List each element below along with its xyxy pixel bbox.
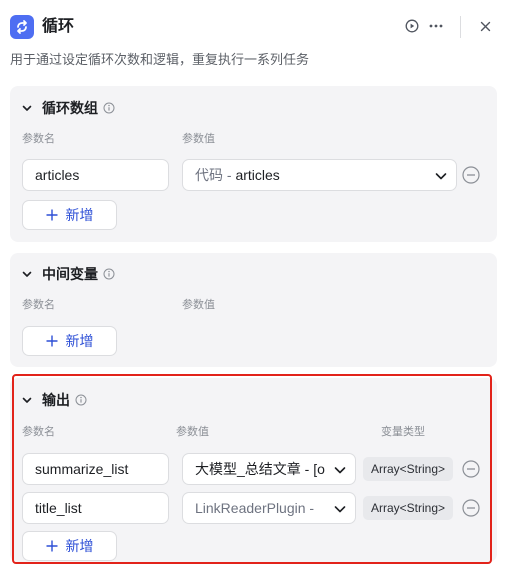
output-section: 输出 参数名 参数值 变量类型 summarize_list 大模型_总结文章 …	[10, 378, 497, 562]
param-value-select[interactable]: LinkReaderPlugin -	[182, 492, 356, 524]
chevron-down-icon	[20, 267, 34, 281]
chevron-down-icon	[435, 173, 447, 180]
section-title: 循环数组	[42, 100, 98, 116]
add-row-button[interactable]: 新增	[22, 531, 117, 561]
plus-icon	[46, 209, 57, 221]
type-badge: Array<String>	[363, 457, 454, 481]
value-variable: articles	[235, 167, 280, 183]
column-label-name: 参数名	[22, 299, 55, 311]
remove-row-icon[interactable]	[462, 499, 480, 517]
value-text: LinkReaderPlugin -	[195, 500, 315, 516]
section-title: 输出	[42, 392, 70, 408]
close-icon[interactable]	[476, 17, 494, 35]
add-row-button[interactable]: 新增	[22, 200, 117, 230]
add-label: 新增	[65, 333, 94, 349]
param-name-input[interactable]: title_list	[22, 492, 169, 524]
chevron-down-icon	[20, 101, 34, 115]
remove-row-icon[interactable]	[462, 166, 480, 184]
output-header[interactable]: 输出	[20, 390, 87, 410]
intermediate-header[interactable]: 中间变量	[20, 264, 115, 284]
column-label-value: 参数值	[176, 426, 209, 438]
node-title: 循环	[42, 18, 75, 35]
param-name-input[interactable]: articles	[22, 159, 169, 191]
chevron-down-icon	[334, 506, 346, 513]
loop-logo-icon	[10, 15, 34, 39]
header-divider	[460, 16, 461, 38]
intermediate-section: 中间变量 参数名 参数值 新增	[10, 253, 497, 367]
node-header: 循环	[0, 0, 511, 52]
node-description: 用于通过设定循环次数和逻辑，重复执行一系列任务	[10, 52, 310, 67]
column-label-value: 参数值	[182, 299, 215, 311]
param-value-select[interactable]: 代码 - articles	[182, 159, 457, 191]
chevron-down-icon	[20, 393, 34, 407]
param-name-input[interactable]: summarize_list	[22, 453, 169, 485]
plus-icon	[46, 540, 57, 552]
more-icon[interactable]	[427, 17, 445, 35]
loop-array-header[interactable]: 循环数组	[20, 98, 115, 118]
param-value-select[interactable]: 大模型_总结文章 - [o	[182, 453, 356, 485]
value-source: 代码 -	[195, 167, 236, 183]
column-label-name: 参数名	[22, 426, 55, 438]
type-badge: Array<String>	[363, 496, 454, 520]
add-label: 新增	[65, 538, 94, 554]
plus-icon	[46, 335, 57, 347]
add-row-button[interactable]: 新增	[22, 326, 117, 356]
info-icon[interactable]	[75, 394, 87, 406]
loop-array-section: 循环数组 参数名 参数值 articles 代码 - articles 新增	[10, 86, 497, 242]
play-circle-icon[interactable]	[403, 17, 421, 35]
column-label-name: 参数名	[22, 133, 55, 145]
column-label-value: 参数值	[182, 133, 215, 145]
info-icon[interactable]	[103, 268, 115, 280]
section-title: 中间变量	[42, 266, 98, 282]
chevron-down-icon	[334, 467, 346, 474]
add-label: 新增	[65, 207, 94, 223]
info-icon[interactable]	[103, 102, 115, 114]
column-label-type: 变量类型	[381, 426, 425, 438]
value-text: 大模型_总结文章 - [o	[195, 461, 325, 477]
remove-row-icon[interactable]	[462, 460, 480, 478]
